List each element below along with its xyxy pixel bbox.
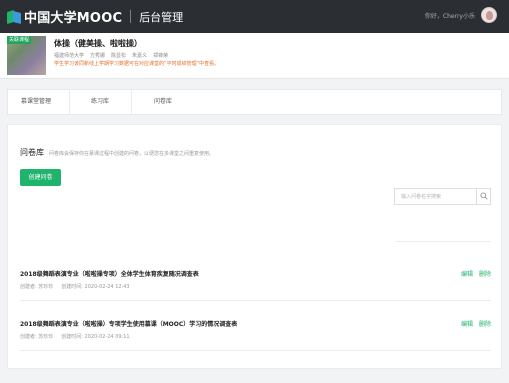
tab-divider — [131, 90, 132, 114]
questionnaire-panel: 问卷库 问卷库会保存你在慕课过程中创建的问卷，以便您在多课堂之间重复使用。 创建… — [7, 124, 502, 369]
section-header: 问卷库 问卷库会保存你在慕课过程中创建的问卷，以便您在多课堂之间重复使用。 — [20, 147, 214, 158]
linked-course-tag: 关联课程 — [7, 36, 32, 44]
course-title: 体操（健美操、啦啦操） — [54, 39, 142, 48]
creator: 创建者: 苏珍珍 — [20, 284, 54, 290]
row-actions: 编辑 删除 — [461, 269, 491, 278]
table-row: 2018级舞蹈表演专业（啦啦操专项）全体学生体育疾复随况调查表 创建者: 苏珍珍… — [20, 257, 491, 301]
created-time: 创建时间: 2020-02-24 09:11 — [61, 334, 130, 340]
brand-divider — [130, 10, 132, 23]
top-bar: 中国大学MOOC 后台管理 你好，Cherry小乐 — [0, 0, 509, 33]
avatar[interactable] — [481, 7, 497, 23]
search-icon — [480, 192, 488, 200]
table-row: 2018级舞蹈表演专业（啦啦操）专项学生使用慕课（MOOC）学习的情况调查表 创… — [20, 307, 491, 351]
edit-link[interactable]: 编辑 — [461, 319, 473, 328]
section-title: 问卷库 — [20, 148, 44, 157]
user-menu[interactable]: 你好，Cherry小乐 — [425, 7, 497, 23]
divider — [396, 241, 491, 242]
search-box — [394, 188, 491, 205]
edit-link[interactable]: 编辑 — [461, 269, 473, 278]
course-teacher: 朱嘉义 — [132, 53, 148, 59]
questionnaire-title[interactable]: 2018级舞蹈表演专业（啦啦操）专项学生使用慕课（MOOC）学习的情况调查表 — [20, 319, 237, 328]
course-meta: 福建师范大学 方秀娜 陈显松 朱嘉义 郑锋荣 — [54, 52, 168, 59]
questionnaire-title[interactable]: 2018级舞蹈表演专业（啦啦操专项）全体学生体育疾复随况调查表 — [20, 269, 199, 278]
tab-questionnaire-bank[interactable]: 问卷库 — [154, 90, 172, 114]
delete-link[interactable]: 删除 — [479, 319, 491, 328]
delete-link[interactable]: 删除 — [479, 269, 491, 278]
tab-bar: 慕课堂管理 练习库 问卷库 — [7, 89, 502, 115]
course-teacher: 郑锋荣 — [153, 53, 169, 59]
row-actions: 编辑 删除 — [461, 319, 491, 328]
search-button[interactable] — [476, 189, 490, 204]
brand-name: 中国大学MOOC — [24, 11, 123, 26]
course-school: 福建师范大学 — [54, 53, 85, 59]
row-meta: 创建者: 苏珍珍 创建时间: 2020-02-24 12:43 — [20, 283, 130, 290]
logo[interactable]: 中国大学MOOC 后台管理 — [7, 8, 184, 26]
search-input[interactable] — [395, 189, 475, 204]
section-description: 问卷库会保存你在慕课过程中创建的问卷，以便您在多课堂之间重复使用。 — [49, 151, 215, 157]
course-thumbnail: 关联课程 — [7, 36, 46, 75]
course-teacher: 方秀娜 — [90, 53, 106, 59]
course-info-bar: 关联课程 体操（健美操、啦啦操） 福建师范大学 方秀娜 陈显松 朱嘉义 郑锋荣 … — [0, 33, 509, 79]
user-greeting: 你好，Cherry小乐 — [424, 12, 475, 20]
mooc-logo-icon — [7, 9, 21, 24]
tab-exercise-bank[interactable]: 练习库 — [91, 90, 109, 114]
tab-mooc-class[interactable]: 慕课堂管理 — [21, 90, 51, 114]
created-time: 创建时间: 2020-02-24 12:43 — [61, 284, 130, 290]
course-teacher: 陈显松 — [111, 53, 127, 59]
creator: 创建者: 苏珍珍 — [20, 334, 54, 340]
tab-divider — [69, 90, 70, 114]
brand-subtitle: 后台管理 — [139, 10, 184, 24]
row-meta: 创建者: 苏珍珍 创建时间: 2020-02-24 09:11 — [20, 333, 130, 340]
create-questionnaire-button[interactable]: 创建问卷 — [20, 169, 61, 186]
course-note: 学生学习该同新线上学期学习数据可在对应课堂的“平时成绩管理”中查看。 — [54, 61, 220, 67]
